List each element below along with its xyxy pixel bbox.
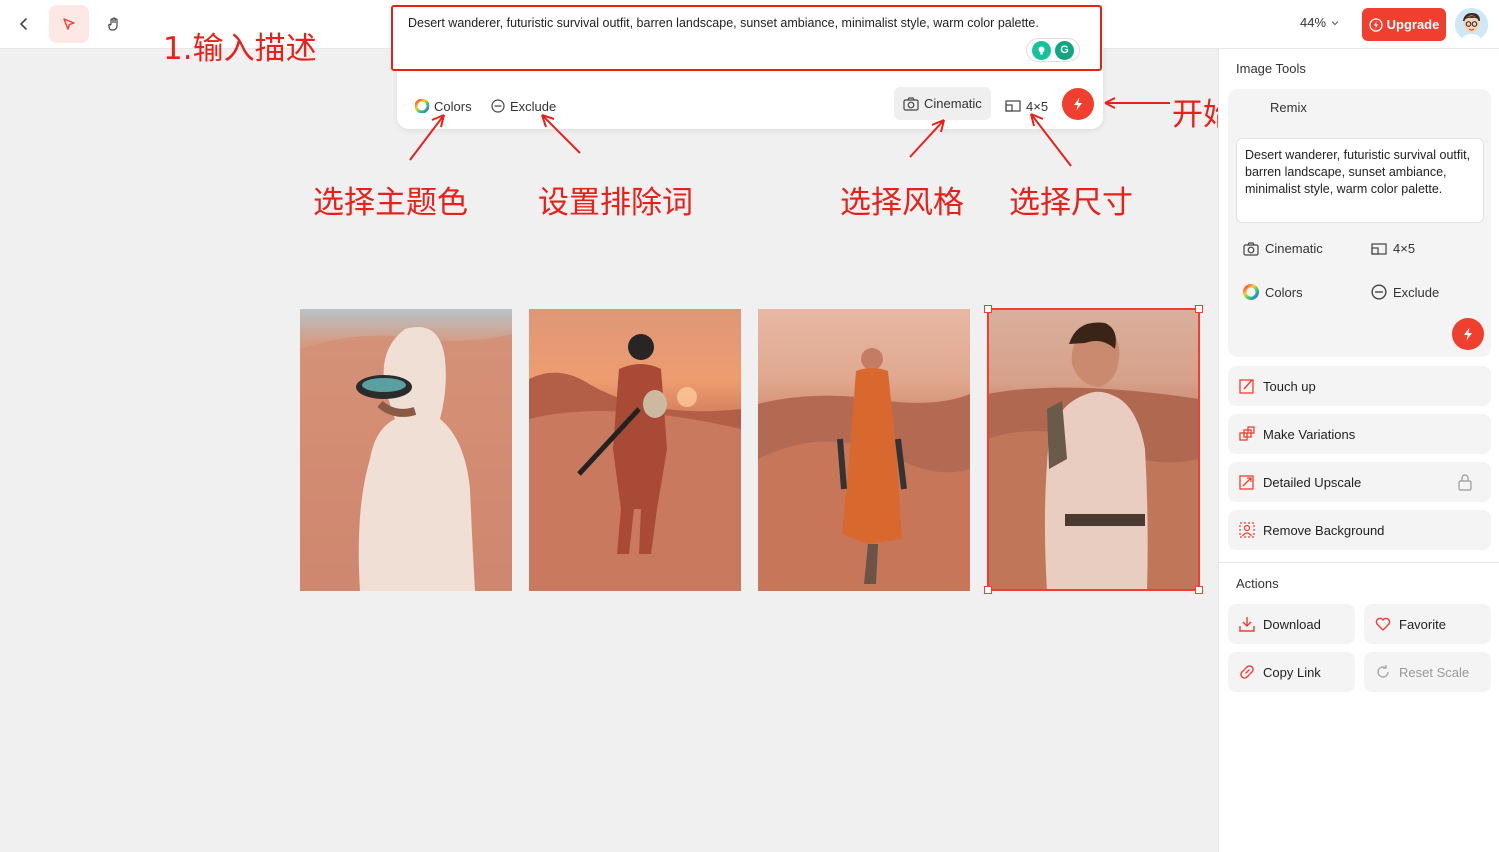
prompt-card: Desert wanderer, futuristic survival out… bbox=[391, 0, 1103, 129]
remix-exclude-label: Exclude bbox=[1393, 284, 1440, 300]
touch-up-label: Touch up bbox=[1263, 378, 1316, 394]
annotation-input: 1.输入描述 bbox=[163, 31, 317, 67]
touch-up-icon bbox=[1239, 379, 1254, 394]
remix-card: Remix Desert wanderer, futuristic surviv… bbox=[1228, 89, 1491, 357]
colors-option[interactable]: Colors bbox=[409, 92, 478, 120]
back-button[interactable] bbox=[4, 5, 44, 43]
remove-background-button[interactable]: Remove Background bbox=[1228, 510, 1491, 550]
camera-icon bbox=[1243, 241, 1259, 256]
camera-icon bbox=[903, 96, 919, 111]
link-icon bbox=[1240, 665, 1254, 679]
prompt-input[interactable]: Desert wanderer, futuristic survival out… bbox=[391, 5, 1102, 71]
detailed-upscale-button[interactable]: Detailed Upscale bbox=[1228, 462, 1491, 502]
assist-extension-badges[interactable]: G bbox=[1026, 38, 1080, 62]
reset-scale-button[interactable]: Reset Scale bbox=[1364, 652, 1491, 692]
hand-tool-button[interactable] bbox=[94, 5, 134, 43]
resize-handle-bottom-left[interactable] bbox=[984, 586, 992, 594]
annotation-style: 选择风格 bbox=[840, 185, 964, 221]
size-label: 4×5 bbox=[1026, 98, 1049, 114]
annotation-exclude: 设置排除词 bbox=[538, 185, 693, 221]
exclude-option[interactable]: Exclude bbox=[485, 92, 562, 120]
generated-image-3[interactable] bbox=[758, 309, 970, 591]
download-label: Download bbox=[1263, 616, 1321, 632]
remix-colors-option[interactable]: Colors bbox=[1243, 284, 1303, 300]
remix-style-label: Cinematic bbox=[1265, 241, 1323, 256]
remix-prompt-field[interactable]: Desert wanderer, futuristic survival out… bbox=[1236, 138, 1484, 223]
image-tools-title: Image Tools bbox=[1236, 61, 1306, 76]
copy-link-label: Copy Link bbox=[1263, 664, 1321, 680]
cursor-icon bbox=[63, 18, 75, 30]
remix-label: Remix bbox=[1270, 100, 1307, 115]
bolt-icon bbox=[1464, 327, 1472, 341]
download-button[interactable]: Download bbox=[1228, 604, 1355, 644]
reset-scale-label: Reset Scale bbox=[1399, 664, 1470, 680]
minus-circle-icon bbox=[491, 99, 505, 113]
colors-label: Colors bbox=[434, 98, 472, 114]
aspect-ratio-icon bbox=[1371, 242, 1387, 255]
resize-handle-top-right[interactable] bbox=[1195, 305, 1203, 313]
lightbulb-icon[interactable] bbox=[1032, 40, 1051, 60]
remix-generate-button[interactable] bbox=[1452, 318, 1484, 350]
variations-icon bbox=[1239, 426, 1255, 441]
make-variations-label: Make Variations bbox=[1263, 426, 1356, 442]
style-label: Cinematic bbox=[924, 96, 982, 111]
select-tool-button[interactable] bbox=[49, 5, 89, 43]
zoom-dropdown[interactable]: 44% bbox=[1300, 15, 1340, 30]
bolt-circle-icon bbox=[1368, 17, 1383, 32]
avatar[interactable] bbox=[1455, 8, 1488, 41]
generated-image-1[interactable] bbox=[300, 309, 512, 591]
color-wheel-icon bbox=[1243, 284, 1259, 300]
remix-colors-label: Colors bbox=[1265, 284, 1303, 300]
touch-up-button[interactable]: Touch up bbox=[1228, 366, 1491, 406]
prompt-text[interactable]: Desert wanderer, futuristic survival out… bbox=[408, 16, 1039, 30]
hand-icon bbox=[108, 17, 118, 31]
chevron-left-icon bbox=[19, 18, 27, 30]
remix-style-option[interactable]: Cinematic bbox=[1243, 241, 1323, 256]
download-icon bbox=[1239, 617, 1255, 632]
right-sidebar: Image Tools Remix Desert wanderer, futur… bbox=[1218, 49, 1499, 852]
zoom-value: 44% bbox=[1300, 15, 1327, 30]
remove-background-icon bbox=[1239, 522, 1255, 538]
size-option[interactable]: 4×5 bbox=[999, 92, 1054, 120]
aspect-ratio-icon bbox=[1005, 100, 1021, 112]
upscale-icon bbox=[1239, 475, 1254, 490]
sidebar-divider bbox=[1219, 562, 1499, 563]
annotation-colors: 选择主题色 bbox=[313, 185, 468, 221]
actions-title: Actions bbox=[1236, 576, 1279, 591]
selected-image-frame bbox=[984, 305, 1203, 594]
user-avatar-icon bbox=[1455, 8, 1488, 41]
upgrade-button[interactable]: Upgrade bbox=[1362, 8, 1446, 41]
generated-image-2[interactable] bbox=[529, 309, 741, 591]
remix-exclude-option[interactable]: Exclude bbox=[1371, 284, 1439, 300]
remove-background-label: Remove Background bbox=[1263, 522, 1385, 538]
lock-icon bbox=[1458, 474, 1472, 491]
bolt-icon bbox=[1074, 97, 1082, 111]
favorite-button[interactable]: Favorite bbox=[1364, 604, 1491, 644]
reset-icon bbox=[1377, 665, 1389, 678]
resize-handle-bottom-right[interactable] bbox=[1195, 586, 1203, 594]
upgrade-label: Upgrade bbox=[1386, 17, 1440, 32]
grammarly-icon[interactable]: G bbox=[1055, 40, 1074, 60]
copy-link-button[interactable]: Copy Link bbox=[1228, 652, 1355, 692]
style-option[interactable]: Cinematic bbox=[894, 87, 991, 120]
color-wheel-icon bbox=[415, 99, 429, 113]
minus-circle-icon bbox=[1371, 284, 1387, 300]
annotation-size: 选择尺寸 bbox=[1009, 185, 1133, 221]
remix-size-label: 4×5 bbox=[1393, 241, 1416, 256]
generate-button[interactable] bbox=[1062, 88, 1094, 120]
resize-handle-top-left[interactable] bbox=[984, 305, 992, 313]
chevron-down-icon bbox=[1331, 20, 1339, 25]
detailed-upscale-label: Detailed Upscale bbox=[1263, 474, 1362, 490]
favorite-label: Favorite bbox=[1399, 616, 1446, 632]
exclude-label: Exclude bbox=[510, 98, 557, 114]
remix-size-option[interactable]: 4×5 bbox=[1371, 241, 1415, 256]
heart-icon bbox=[1375, 617, 1391, 631]
make-variations-button[interactable]: Make Variations bbox=[1228, 414, 1491, 454]
